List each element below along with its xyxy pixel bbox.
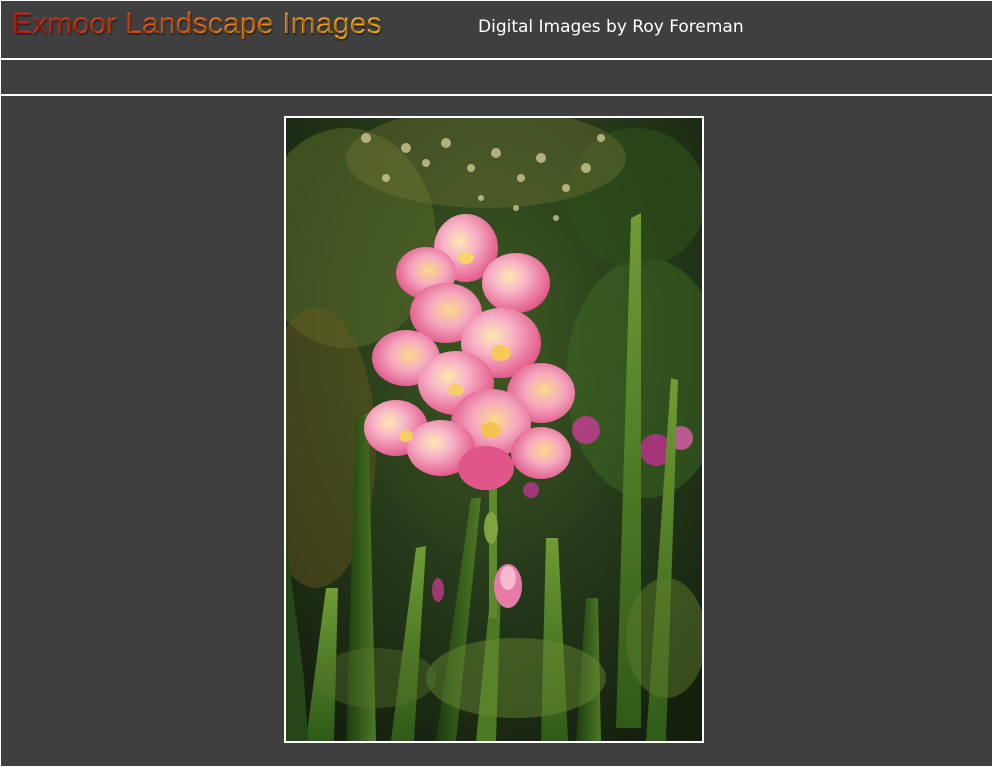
- nav-bar: [1, 60, 992, 94]
- page-frame: Exmoor Landscape Images Digital Images b…: [1, 1, 992, 766]
- header-divider-bottom: [1, 94, 992, 96]
- gallery-photo[interactable]: [284, 116, 704, 743]
- gladiolus-photo-illustration: [286, 118, 702, 741]
- site-header: Exmoor Landscape Images Digital Images b…: [1, 1, 992, 58]
- site-title[interactable]: Exmoor Landscape Images: [12, 7, 382, 41]
- site-subtitle: Digital Images by Roy Foreman: [478, 17, 744, 37]
